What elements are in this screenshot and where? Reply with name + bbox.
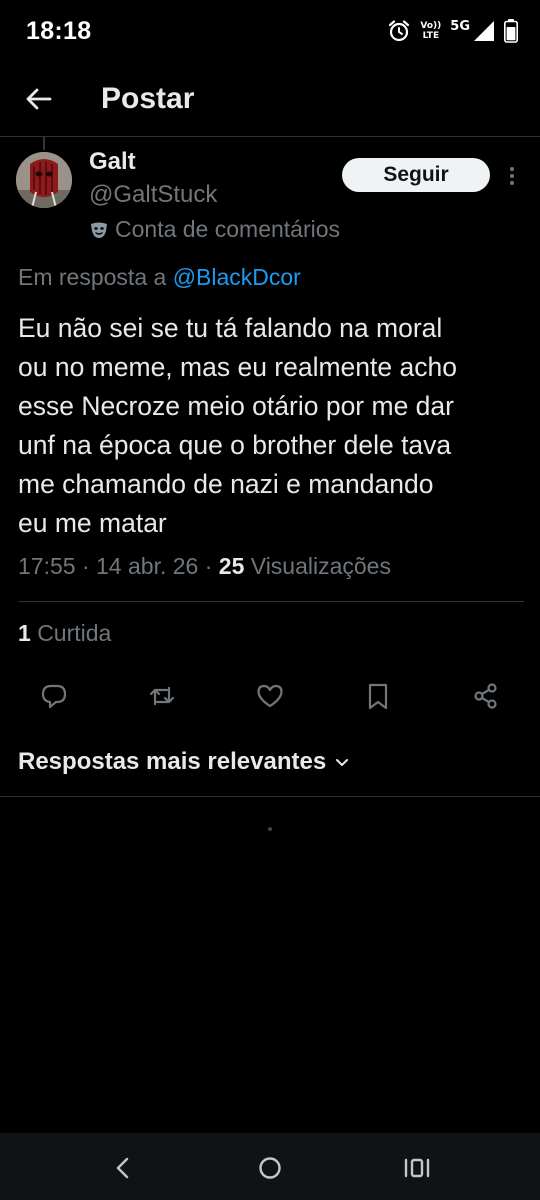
nav-recents-button[interactable]: [402, 1153, 432, 1183]
divider: [0, 796, 540, 797]
status-icons: Vo)) LTE 5G: [387, 16, 518, 46]
views-label: Visualizações: [250, 553, 391, 579]
follow-button[interactable]: Seguir: [342, 158, 490, 192]
meta-separator: ·: [204, 553, 213, 579]
thread-connector-line: [43, 136, 45, 150]
post-text-line: ou no meme, mas eu realmente acho: [18, 352, 457, 382]
network-type: 5G: [450, 18, 470, 34]
post-text: Eu não sei se tu tá falando na moral ou …: [18, 309, 530, 543]
meta-separator: ·: [81, 553, 90, 579]
reply-prefix: Em resposta a: [18, 264, 167, 290]
post-date: 14 abr. 26: [96, 553, 199, 579]
divider: [18, 601, 524, 602]
reply-button[interactable]: [39, 681, 69, 711]
repost-icon: [149, 686, 175, 706]
avatar-image: [16, 152, 72, 208]
reply-context: Em resposta a @BlackDcor: [18, 264, 301, 291]
status-bar: 18:18 Vo)) LTE 5G: [0, 0, 540, 64]
volte-icon: Vo)) LTE: [420, 21, 441, 41]
share-button[interactable]: [471, 681, 501, 711]
reply-icon: [41, 684, 67, 709]
back-icon: [116, 1157, 129, 1179]
nav-back-button[interactable]: [108, 1153, 138, 1183]
theater-mask-icon: [91, 222, 107, 238]
bookmark-button[interactable]: [363, 681, 393, 711]
arrow-left-icon: [26, 88, 52, 110]
post-time: 17:55: [18, 553, 76, 579]
post-meta: 17:55 · 14 abr. 26 · 25 Visualizações: [18, 553, 391, 580]
share-icon: [474, 683, 497, 709]
likes-label: Curtida: [37, 620, 112, 646]
battery-icon: [504, 19, 518, 43]
nav-home-button[interactable]: [255, 1153, 285, 1183]
system-nav-bar: [0, 1133, 540, 1200]
post-text-line: Eu não sei se tu tá falando na moral: [18, 313, 443, 343]
volte-bottom-text: LTE: [422, 31, 440, 41]
alarm-icon: [387, 19, 411, 43]
views-count: 25: [218, 553, 245, 579]
like-button[interactable]: [255, 681, 285, 711]
recents-icon: [404, 1158, 430, 1178]
top-app-bar: Postar: [0, 64, 540, 137]
status-time: 18:18: [26, 17, 92, 45]
volte-top-text: Vo)): [420, 21, 442, 31]
chevron-down-icon: [336, 759, 349, 766]
loading-indicator: [268, 827, 272, 831]
post-text-line: me chamando de nazi e mandando: [18, 469, 434, 499]
likes-count: 1: [18, 620, 31, 646]
reply-mention-link[interactable]: @BlackDcor: [173, 264, 301, 290]
more-vertical-icon[interactable]: [504, 160, 520, 192]
post-text-line: unf na época que o brother dele tava: [18, 430, 452, 460]
account-label-row: Conta de comentários: [89, 216, 340, 243]
author-name[interactable]: Galt: [89, 148, 136, 176]
home-icon: [259, 1157, 281, 1179]
back-button[interactable]: [22, 82, 56, 116]
likes-row[interactable]: 1 Curtida: [18, 620, 111, 647]
account-label: Conta de comentários: [115, 216, 341, 242]
repost-button[interactable]: [147, 681, 177, 711]
bookmark-icon: [368, 683, 388, 710]
replies-sort-label: Respostas mais relevantes: [18, 748, 327, 775]
post-text-line: esse Necroze meio otário por me dar: [18, 391, 454, 421]
post-text-line: eu me matar: [18, 508, 167, 538]
heart-icon: [257, 684, 283, 708]
signal-icon: [473, 20, 495, 42]
replies-sort-dropdown[interactable]: Respostas mais relevantes: [18, 748, 350, 776]
author-handle[interactable]: @GaltStuck: [89, 181, 217, 209]
page-title: Postar: [101, 82, 195, 115]
avatar[interactable]: [16, 152, 72, 208]
